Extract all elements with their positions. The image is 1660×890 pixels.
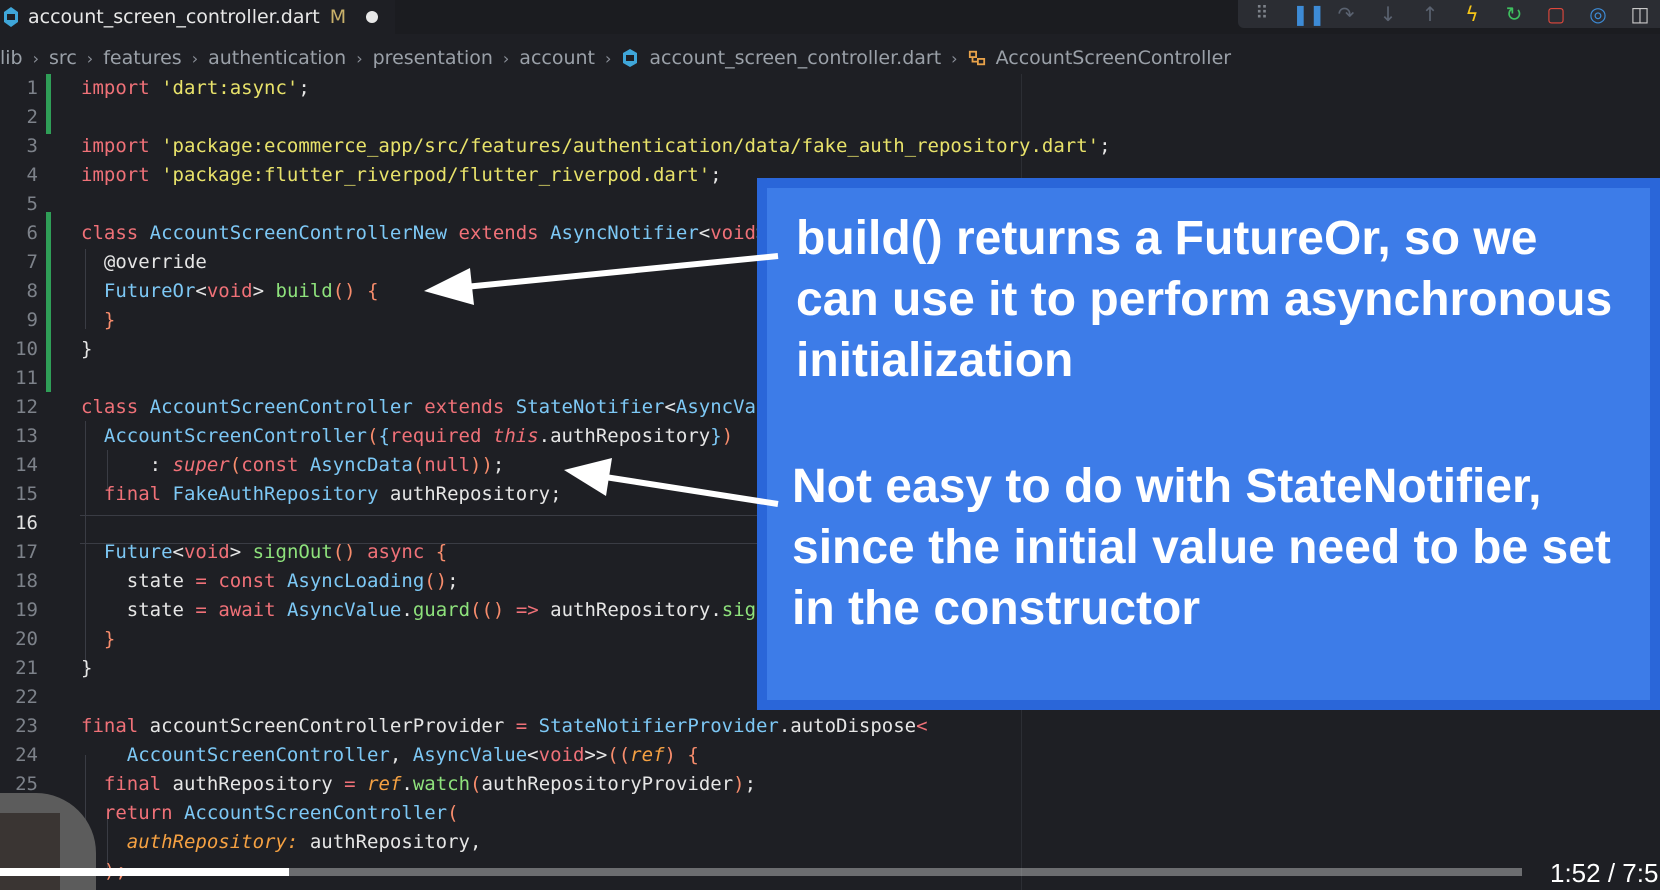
class-symbol-icon <box>968 50 985 66</box>
dart-file-icon <box>4 7 18 27</box>
step-out-icon[interactable]: ↑ <box>1418 2 1442 26</box>
breadcrumb-account[interactable]: account <box>519 47 595 69</box>
step-into-icon[interactable]: ↓ <box>1376 2 1400 26</box>
breadcrumb-presentation[interactable]: presentation <box>373 47 493 69</box>
callout-text-build: build() returns a FutureOr, so we can us… <box>796 212 1613 387</box>
chevron-right-icon: › <box>605 48 612 68</box>
chevron-right-icon: › <box>356 48 363 68</box>
breadcrumb: lib › src › features › authentication › … <box>0 44 1660 72</box>
step-over-icon[interactable]: ↷ <box>1334 2 1358 26</box>
code-line[interactable]: 2 <box>0 103 1660 132</box>
debug-toolbar: ⠿ ❚❚ ↷ ↓ ↑ ϟ ↻ ▢ ◎ ◫ <box>1238 0 1660 28</box>
breadcrumb-lib[interactable]: lib <box>0 47 23 69</box>
tab-filename: account_screen_controller.dart <box>28 6 320 28</box>
code-line[interactable]: authRepository: authRepository, <box>0 828 1660 857</box>
code-line[interactable]: 25 final authRepository = ref.watch(auth… <box>0 770 1660 799</box>
annotation-callout: build() returns a FutureOr, so we can us… <box>757 178 1660 710</box>
restart-icon[interactable]: ↻ <box>1502 2 1526 26</box>
chevron-right-icon: › <box>951 48 958 68</box>
drag-handle-icon[interactable]: ⠿ <box>1250 2 1274 26</box>
pause-icon[interactable]: ❚❚ <box>1292 2 1326 26</box>
stop-icon[interactable]: ▢ <box>1544 2 1568 26</box>
chevron-right-icon: › <box>502 48 510 68</box>
split-editor-icon[interactable]: ◫ <box>1628 2 1652 26</box>
unsaved-dot-icon <box>366 11 379 23</box>
code-line[interactable]: 26 return AccountScreenController( <box>0 799 1660 828</box>
devtools-icon[interactable]: ◎ <box>1586 2 1610 26</box>
callout-text-statenotifier: Not easy to do with StateNotifier, since… <box>792 460 1611 635</box>
breadcrumb-src[interactable]: src <box>49 47 77 69</box>
breadcrumb-authentication[interactable]: authentication <box>208 47 346 69</box>
breadcrumb-file[interactable]: account_screen_controller.dart <box>649 47 941 69</box>
code-line[interactable]: 3 import 'package:ecommerce_app/src/featu… <box>0 132 1660 161</box>
breadcrumb-features[interactable]: features <box>103 47 182 69</box>
video-progress-fill <box>0 868 289 876</box>
breadcrumb-class[interactable]: AccountScreenController <box>996 47 1232 69</box>
code-line[interactable]: 24 AccountScreenController, AsyncValue<v… <box>0 741 1660 770</box>
modified-indicator: M <box>329 6 347 28</box>
hot-reload-icon[interactable]: ϟ <box>1460 2 1484 26</box>
dart-file-icon <box>623 49 638 67</box>
code-line[interactable]: 23 final accountScreenControllerProvider … <box>0 712 1660 741</box>
editor-tab[interactable]: account_screen_controller.dart M <box>0 0 395 34</box>
video-timestamp: 1:52 / 7:5 <box>1550 858 1659 888</box>
chevron-right-icon: › <box>86 48 94 68</box>
chevron-right-icon: › <box>32 48 40 68</box>
chevron-right-icon: › <box>191 48 199 68</box>
code-line[interactable]: 1 import 'dart:async'; <box>0 74 1660 103</box>
